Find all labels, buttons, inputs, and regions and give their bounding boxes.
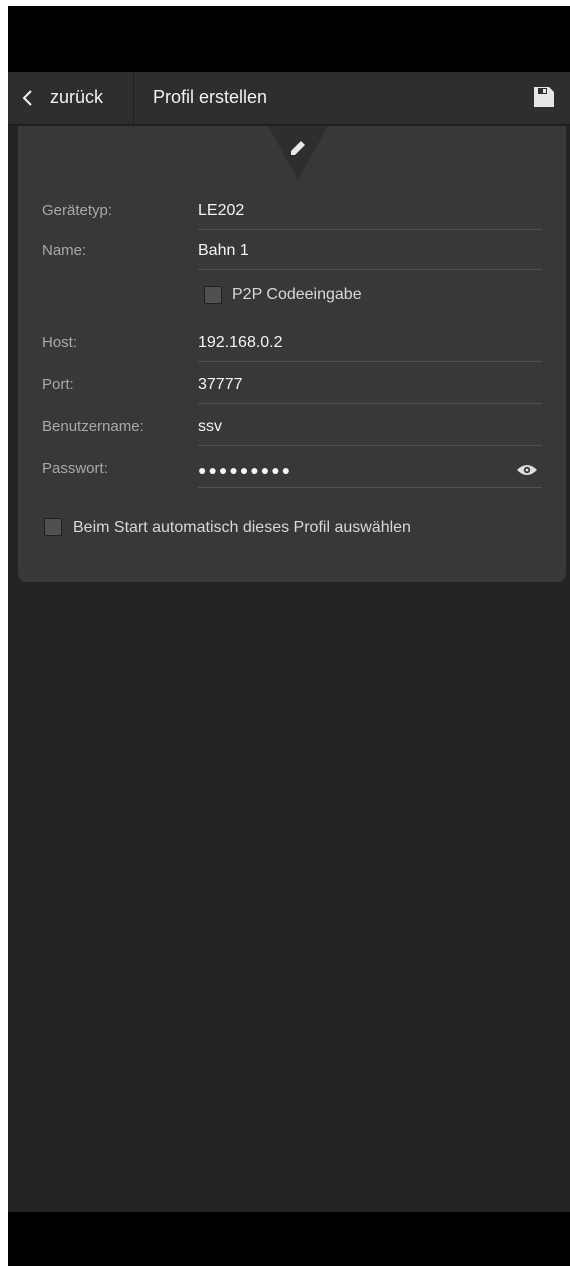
- username-label: Benutzername:: [42, 418, 144, 435]
- device-type-label: Gerätetyp:: [42, 202, 113, 219]
- username-input[interactable]: ssv: [198, 418, 542, 442]
- device-type-value[interactable]: LE202: [198, 202, 542, 226]
- profile-form-card: Gerätetyp: LE202 Name: Bahn 1 P2P Codeei…: [18, 126, 566, 582]
- password-label: Passwort:: [42, 460, 108, 477]
- app-screen: zurück Profil erstellen Gerätetyp: LE202…: [8, 6, 570, 1266]
- divider: [198, 269, 542, 270]
- port-input[interactable]: 37777: [198, 376, 542, 400]
- autostart-label[interactable]: Beim Start automatisch dieses Profil aus…: [73, 519, 411, 537]
- host-input[interactable]: 192.168.0.2: [198, 334, 542, 358]
- divider: [198, 229, 542, 230]
- password-row: Passwort: ●●●●●●●●●: [42, 454, 542, 490]
- divider: [198, 361, 542, 362]
- port-label: Port:: [42, 376, 74, 393]
- back-button[interactable]: zurück: [8, 72, 134, 124]
- floppy-disk-icon: [534, 87, 554, 107]
- host-row: Host: 192.168.0.2: [42, 328, 542, 364]
- header-bar: zurück Profil erstellen: [8, 72, 570, 125]
- page-title: Profil erstellen: [153, 87, 268, 107]
- name-input[interactable]: Bahn 1: [198, 242, 542, 266]
- device-type-row: Gerätetyp: LE202: [42, 196, 542, 232]
- password-input[interactable]: ●●●●●●●●●: [198, 462, 542, 486]
- autostart-checkbox[interactable]: [44, 518, 62, 536]
- host-label: Host:: [42, 334, 78, 351]
- divider: [198, 487, 542, 488]
- divider: [198, 445, 542, 446]
- back-label: zurück: [50, 87, 104, 107]
- divider: [198, 403, 542, 404]
- p2p-checkbox[interactable]: [204, 286, 222, 304]
- navigation-bar: [8, 1212, 570, 1266]
- status-bar: [8, 6, 570, 72]
- chevron-left-icon: [22, 90, 32, 106]
- p2p-label[interactable]: P2P Codeeingabe: [232, 286, 362, 304]
- username-row: Benutzername: ssv: [42, 412, 542, 448]
- name-row: Name: Bahn 1: [42, 236, 542, 272]
- name-label: Name:: [42, 242, 87, 259]
- pencil-icon[interactable]: [290, 140, 306, 156]
- port-row: Port: 37777: [42, 370, 542, 406]
- save-button[interactable]: [518, 72, 570, 124]
- eye-icon[interactable]: [516, 463, 538, 477]
